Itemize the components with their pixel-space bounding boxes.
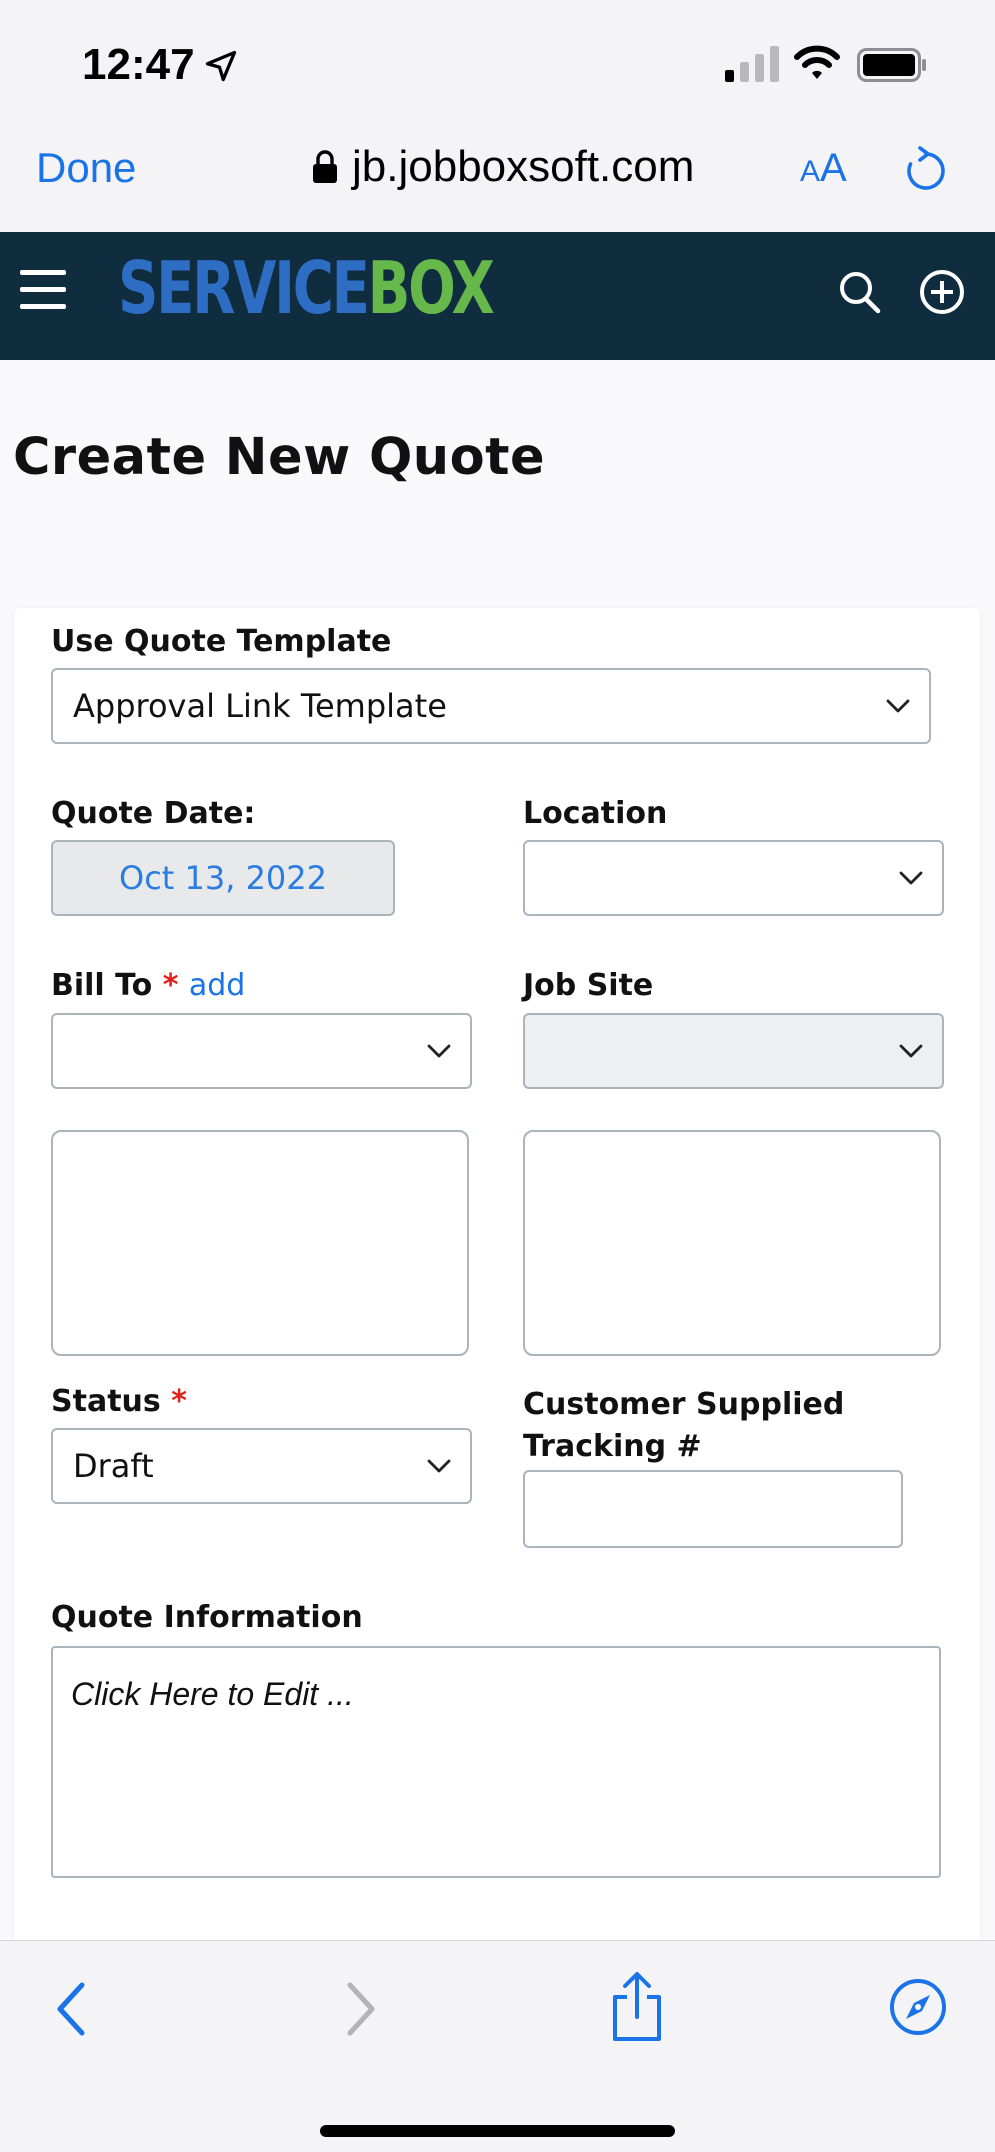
app-header: SERVICEBOX <box>0 232 995 360</box>
quote-info-placeholder: Click Here to Edit ... <box>71 1676 354 1712</box>
chevron-right-icon[interactable] <box>340 1979 380 2039</box>
quote-form-card: Use Quote Template Approval Link Templat… <box>14 608 980 1948</box>
quote-date-field[interactable]: Oct 13, 2022 <box>51 840 395 916</box>
chevron-down-icon <box>427 1459 451 1473</box>
plus-circle-icon[interactable] <box>918 268 966 316</box>
text-size-large-glyph: A <box>820 146 847 190</box>
status-time: 12:47 <box>82 40 195 89</box>
chevron-down-icon <box>899 1044 923 1058</box>
text-size-small-glyph: A <box>800 155 821 188</box>
browser-address-bar: Done jb.jobboxsoft.com AA <box>0 120 995 232</box>
cellular-signal-icon <box>725 46 779 82</box>
page-title: Create New Quote <box>13 428 546 487</box>
status-select-value: Draft <box>73 1447 154 1485</box>
browser-toolbar <box>0 1940 995 2152</box>
required-mark: * <box>162 968 179 1003</box>
text-size-button[interactable]: AA <box>800 146 847 191</box>
chevron-down-icon <box>899 871 923 885</box>
tracking-label: Customer Supplied Tracking # <box>523 1384 844 1468</box>
reload-icon[interactable] <box>904 146 948 194</box>
lock-icon <box>313 150 337 183</box>
template-label: Use Quote Template <box>51 624 392 659</box>
search-icon[interactable] <box>838 268 882 316</box>
logo-box-text: BOX <box>367 246 495 330</box>
hamburger-icon[interactable] <box>20 270 66 310</box>
share-icon[interactable] <box>608 1971 666 2043</box>
status-bar: 12:47 <box>0 0 995 120</box>
bill-to-add-link[interactable]: add <box>189 968 245 1003</box>
location-label: Location <box>523 796 668 831</box>
quote-info-label: Quote Information <box>51 1600 363 1635</box>
compass-icon[interactable] <box>888 1977 948 2037</box>
servicebox-logo[interactable]: SERVICEBOX <box>118 252 495 324</box>
bill-to-label-row: Bill To * add <box>51 968 245 1003</box>
home-indicator <box>320 2125 675 2137</box>
tracking-label-line2: Tracking # <box>523 1429 702 1464</box>
job-site-label: Job Site <box>523 968 654 1003</box>
tracking-label-line1: Customer Supplied <box>523 1387 845 1422</box>
logo-service-text: SERVICE <box>118 246 370 330</box>
url-text: jb.jobboxsoft.com <box>352 142 695 191</box>
bill-to-select[interactable] <box>51 1013 472 1089</box>
battery-icon <box>857 48 926 82</box>
chevron-down-icon <box>886 699 910 713</box>
template-select-value: Approval Link Template <box>73 687 447 725</box>
wifi-icon <box>794 45 840 79</box>
page-content: Create New Quote Use Quote Template Appr… <box>0 360 995 1948</box>
tracking-input[interactable] <box>523 1470 903 1548</box>
url-field[interactable]: jb.jobboxsoft.com <box>312 142 694 192</box>
location-select[interactable] <box>523 840 944 916</box>
bill-to-label: Bill To <box>51 968 153 1003</box>
job-site-address-box[interactable] <box>523 1130 941 1356</box>
quote-info-editor[interactable]: Click Here to Edit ... <box>51 1646 941 1878</box>
template-select[interactable]: Approval Link Template <box>51 668 931 744</box>
chevron-left-icon[interactable] <box>52 1979 92 2039</box>
job-site-select[interactable] <box>523 1013 944 1089</box>
location-arrow-icon <box>205 50 237 82</box>
chevron-down-icon <box>427 1044 451 1058</box>
status-label-row: Status * <box>51 1384 187 1419</box>
required-mark: * <box>171 1384 187 1419</box>
done-button[interactable]: Done <box>36 144 136 192</box>
quote-date-label: Quote Date: <box>51 796 256 831</box>
bill-to-address-box[interactable] <box>51 1130 469 1356</box>
status-label: Status <box>51 1384 161 1419</box>
status-select[interactable]: Draft <box>51 1428 472 1504</box>
